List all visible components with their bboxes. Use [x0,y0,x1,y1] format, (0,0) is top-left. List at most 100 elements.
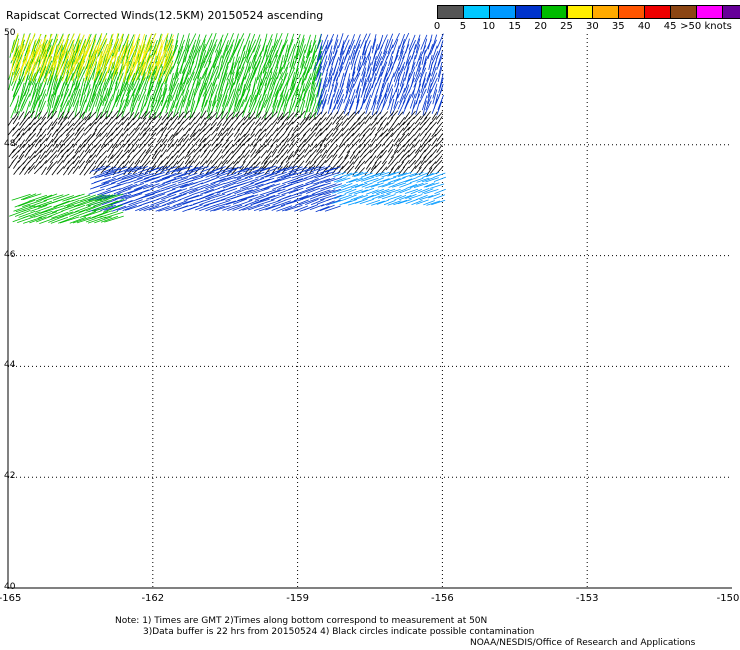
wind-barb [161,200,176,207]
wind-barb [176,156,185,165]
wind-barb [330,134,338,143]
wind-barb [329,94,334,110]
wind-barb [354,150,361,159]
wind-barb [285,205,303,212]
y-tick-label: 40 [4,582,16,592]
wind-barb [22,193,42,201]
wind-barb [328,51,333,67]
wind-barb [161,134,168,143]
wind-barb [83,167,91,176]
wind-barb [310,44,317,63]
wind-barb [121,116,129,126]
wind-barb [208,198,226,205]
wind-barb [117,116,125,125]
wind-barb [248,171,265,178]
wind-barb [313,182,332,189]
wind-barb [347,161,355,170]
wind-barb [303,149,312,158]
note-line-2: 3)Data buffer is 22 hrs from 20150524 4)… [143,627,535,637]
wind-barb [44,116,53,125]
wind-barb [346,144,355,154]
wind-barb [73,132,81,141]
wind-barb [88,111,97,121]
wind-barb [128,155,136,164]
wind-barb [220,132,229,141]
wind-barb [22,127,31,136]
x-tick-label: -153 [575,593,599,604]
wind-barb [333,66,340,82]
wind-barb [166,89,173,108]
wind-barb [122,133,129,143]
wind-barb [18,121,26,131]
wind-barb [19,166,26,175]
wind-barb [142,198,160,205]
wind-barb [371,134,378,143]
wind-barb [387,144,394,153]
wind-barb [293,122,300,132]
wind-barb [321,34,329,50]
wind-barb [309,138,316,148]
wind-barb [305,62,312,81]
wind-barb [282,126,290,136]
wind-barb [346,165,355,175]
wind-barb [364,111,371,120]
wind-barb [226,123,234,132]
wind-barb [381,172,396,178]
wind-barb [167,121,175,131]
wind-barb [276,122,285,132]
wind-barb [13,166,20,175]
wind-barb [35,215,52,223]
wind-barb [72,111,81,120]
wind-barb [12,115,19,125]
wind-barb [390,149,398,159]
wind-barb [72,139,80,148]
wind-barb [167,189,182,196]
wind-barb [366,193,380,199]
wind-barb [325,132,334,142]
wind-barb [362,194,374,200]
wind-barb [367,45,372,61]
wind-barb [199,156,207,165]
wind-barb [311,34,317,53]
wind-barb [357,98,366,114]
wind-barb [100,155,108,164]
wind-barb [94,116,103,125]
wind-barb [79,166,86,176]
wind-barb [233,128,241,137]
wind-barb [78,132,85,141]
wind-barb [250,127,257,136]
wind-barb [338,149,345,159]
wind-barb [404,94,411,110]
wind-barb [419,122,426,131]
wind-barb [73,117,81,127]
wind-barb [49,154,58,163]
wind-barb [168,194,183,201]
wind-barb [354,182,368,188]
wind-barb [374,39,382,55]
wind-barb [171,150,179,159]
y-tick-label: 50 [4,28,16,38]
wind-barb [28,128,37,137]
wind-barb [352,156,360,165]
wind-barb [7,117,14,126]
wind-barb [394,177,406,183]
wind-barb [369,127,376,136]
wind-barb [322,133,329,143]
wind-barb [50,99,59,119]
wind-barb [372,34,377,50]
wind-barb [24,166,31,175]
wind-barb [13,160,20,169]
wind-barb [237,133,246,143]
wind-barb [19,117,26,126]
wind-barb [221,188,238,195]
wind-barb [272,89,279,108]
wind-barb [371,200,385,206]
wind-barb [309,127,318,136]
wind-barb [56,160,64,169]
wind-barb [339,72,345,88]
y-tick-label: 44 [4,360,16,371]
wind-barb [8,159,15,169]
wind-barb [205,155,213,164]
wind-barb [377,178,390,184]
wind-barb [46,138,54,148]
